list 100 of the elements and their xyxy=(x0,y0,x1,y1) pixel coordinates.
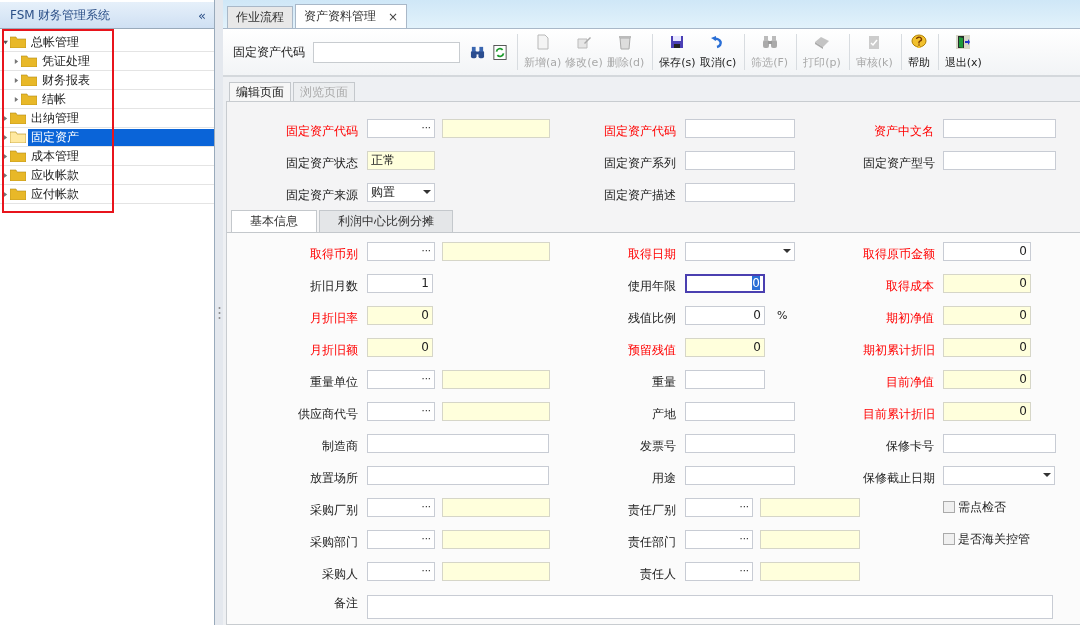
caret-icon xyxy=(1043,473,1051,477)
search-icon[interactable] xyxy=(470,44,485,60)
dropdown-field[interactable]: 购置 xyxy=(367,182,435,202)
checkbox[interactable] xyxy=(943,501,955,513)
input-field[interactable] xyxy=(367,433,549,453)
section-tab[interactable]: 利润中心比例分摊 xyxy=(319,210,453,232)
input-field[interactable] xyxy=(685,182,795,202)
lookup-field[interactable]: ··· xyxy=(367,529,435,549)
collapse-arrow-icon[interactable] xyxy=(3,39,8,45)
field-label: 发票号 xyxy=(640,438,676,453)
browse-button[interactable]: ··· xyxy=(421,502,431,512)
document-tab[interactable]: 资产资料管理 × xyxy=(295,4,408,28)
tree-item[interactable]: 应付帐款 xyxy=(28,185,214,203)
input-field[interactable]: 0 xyxy=(685,273,765,293)
input-field[interactable]: 正常 xyxy=(367,150,435,170)
expand-arrow-icon[interactable] xyxy=(3,191,8,197)
input-field[interactable]: 0 xyxy=(943,241,1031,261)
browse-button[interactable]: ··· xyxy=(421,534,431,544)
lookup-field[interactable]: ··· xyxy=(367,241,435,261)
browse-button[interactable]: ··· xyxy=(739,502,749,512)
checkbox[interactable] xyxy=(943,533,955,545)
input-field[interactable] xyxy=(367,465,549,485)
dropdown-field[interactable] xyxy=(943,465,1055,485)
refresh-icon[interactable] xyxy=(493,43,507,61)
tree-item[interactable]: 应收帐款 xyxy=(28,166,214,184)
toolbar-button[interactable]: 帮助 xyxy=(905,34,932,70)
expand-arrow-icon[interactable] xyxy=(3,115,8,121)
lookup-field[interactable]: ··· xyxy=(685,561,753,581)
expand-arrow-icon[interactable] xyxy=(3,134,8,140)
page-tab[interactable]: 编辑页面 xyxy=(229,82,291,101)
browse-button[interactable]: ··· xyxy=(421,374,431,384)
input-field[interactable] xyxy=(685,150,795,170)
remark-field[interactable] xyxy=(367,595,1053,619)
input-field[interactable] xyxy=(943,150,1056,170)
toolbar-button[interactable]: 保存(s) xyxy=(657,34,698,70)
field-label: 放置场所 xyxy=(310,470,358,485)
expand-arrow-icon[interactable] xyxy=(3,172,8,178)
input-field[interactable] xyxy=(685,433,795,453)
field-label: 目前累计折旧 xyxy=(863,406,935,421)
tree-item[interactable]: 成本管理 xyxy=(28,147,214,165)
input-field[interactable] xyxy=(685,118,795,138)
lookup-field[interactable]: ··· xyxy=(367,369,435,389)
lookup-field[interactable]: ··· xyxy=(367,561,435,581)
browse-button[interactable]: ··· xyxy=(421,566,431,576)
expand-arrow-icon[interactable] xyxy=(14,96,19,102)
toolbar-button[interactable]: 取消(c) xyxy=(697,34,739,70)
tree-item[interactable]: 总帐管理 xyxy=(28,33,214,51)
document-tab[interactable]: 作业流程 xyxy=(227,6,293,28)
tree-item[interactable]: 凭证处理 xyxy=(39,52,214,70)
exit-door-icon xyxy=(955,34,972,50)
input-field[interactable]: 0 xyxy=(367,337,433,357)
field-label: 取得币别 xyxy=(310,246,358,261)
section-tab[interactable]: 基本信息 xyxy=(231,210,317,232)
browse-button[interactable]: ··· xyxy=(421,246,431,256)
field-label: 重量 xyxy=(652,374,676,389)
browse-button[interactable]: ··· xyxy=(739,534,749,544)
input-field[interactable]: 1 xyxy=(367,273,433,293)
input-field[interactable] xyxy=(943,118,1056,138)
close-button[interactable]: × xyxy=(388,9,399,24)
dropdown-field[interactable] xyxy=(685,241,795,261)
input-field[interactable]: 0 xyxy=(685,305,765,325)
input-field[interactable]: 0 xyxy=(943,305,1031,325)
page-icon xyxy=(534,34,551,50)
lookup-field[interactable]: ··· xyxy=(685,497,753,517)
tree-item[interactable]: 固定资产 xyxy=(28,128,214,146)
tree-item[interactable]: 出纳管理 xyxy=(28,109,214,127)
tree-item[interactable]: 财务报表 xyxy=(39,71,214,89)
input-field[interactable]: 0 xyxy=(943,273,1031,293)
lookup-field[interactable]: ··· xyxy=(367,401,435,421)
tree-item[interactable]: 结帐 xyxy=(39,90,214,108)
input-field[interactable] xyxy=(943,433,1056,453)
browse-button[interactable]: ··· xyxy=(739,566,749,576)
input-field[interactable] xyxy=(685,401,795,421)
grip-icon[interactable] xyxy=(217,305,221,320)
input-field[interactable] xyxy=(685,369,765,389)
folder-icon xyxy=(10,131,26,143)
field-label: 供应商代号 xyxy=(298,406,358,421)
lookup-field[interactable]: ··· xyxy=(685,529,753,549)
field-label: 残值比例 xyxy=(628,310,676,325)
expand-arrow-icon[interactable] xyxy=(3,153,8,159)
browse-button[interactable]: ··· xyxy=(421,406,431,416)
panel-title: FSM 财务管理系统 xyxy=(10,6,111,24)
input-field[interactable]: 0 xyxy=(943,369,1031,389)
input-field[interactable]: 0 xyxy=(685,337,765,357)
expand-arrow-icon[interactable] xyxy=(14,58,19,64)
input-field[interactable]: 0 xyxy=(943,337,1031,357)
lookup-field[interactable]: ··· xyxy=(367,497,435,517)
field-label: 责任人 xyxy=(640,566,676,581)
toolbar-button[interactable]: 退出(x) xyxy=(942,34,984,70)
field-label: 固定资产来源 xyxy=(286,187,358,202)
expand-arrow-icon[interactable] xyxy=(14,77,19,83)
browse-button[interactable]: ··· xyxy=(421,123,431,133)
input-field[interactable]: 0 xyxy=(367,305,433,325)
search-label: 固定资产代码 xyxy=(233,43,305,61)
caret-icon xyxy=(783,249,791,253)
input-field[interactable] xyxy=(685,465,795,485)
lookup-field[interactable]: ··· xyxy=(367,118,435,138)
collapse-button[interactable]: « xyxy=(198,7,206,23)
search-field[interactable] xyxy=(313,41,460,63)
input-field[interactable]: 0 xyxy=(943,401,1031,421)
